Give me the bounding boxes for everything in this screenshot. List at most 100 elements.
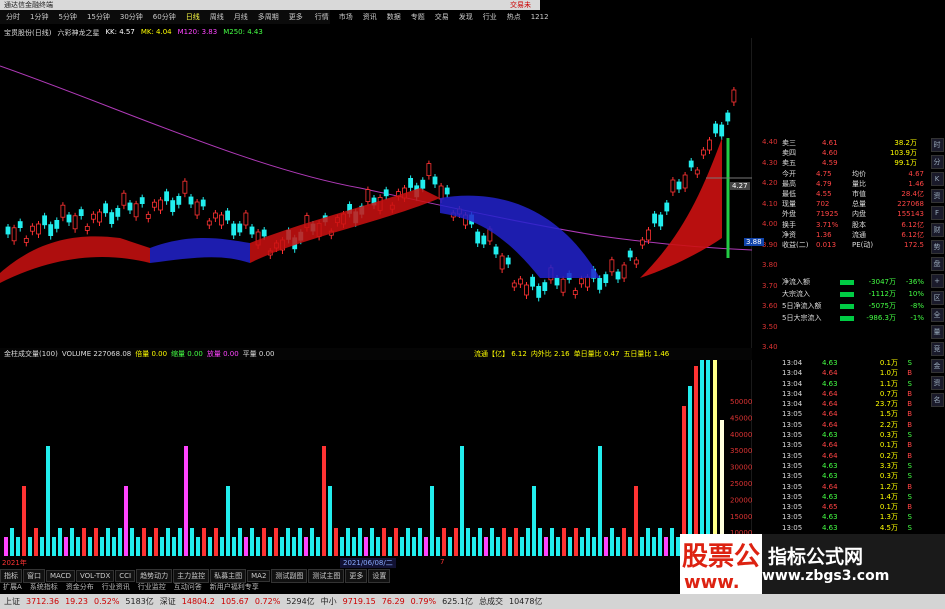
- volume-bar: [472, 537, 476, 556]
- sidebar-button[interactable]: 财: [930, 223, 944, 237]
- stock-name[interactable]: 宝贯股份(日线): [4, 28, 51, 38]
- sidebar-button[interactable]: +: [930, 274, 944, 288]
- trade-time: 13:05: [782, 472, 803, 481]
- volume-bar: [694, 366, 698, 556]
- period-6[interactable]: 日线: [182, 12, 204, 22]
- indicator-tab[interactable]: 测试主图: [308, 569, 345, 583]
- sidebar-button[interactable]: 名: [930, 393, 944, 407]
- period-3[interactable]: 15分钟: [83, 12, 114, 22]
- sidebar-button[interactable]: 量: [930, 325, 944, 339]
- indicator-tab[interactable]: 主力监控: [173, 569, 210, 583]
- sidebar-button[interactable]: 时: [930, 138, 944, 152]
- sidebar-button[interactable]: 区: [930, 291, 944, 305]
- bottom-tab[interactable]: 互动问答: [171, 582, 205, 593]
- period-7[interactable]: 周线: [206, 12, 228, 22]
- sidebar-button[interactable]: K: [930, 172, 944, 186]
- candle-body: [658, 214, 664, 227]
- in-out-ratio: 内外比 2.16: [530, 350, 570, 358]
- sidebar-button[interactable]: 资: [930, 376, 944, 390]
- period-toolbar: 分时 1分钟 5分钟 15分钟 30分钟 60分钟 日线 周线 月线 多周期 更多 行情 市场 资讯 数据专…: [0, 10, 549, 24]
- menu2-2[interactable]: 资讯: [359, 12, 381, 22]
- sidebar-button[interactable]: 资: [930, 189, 944, 203]
- bottom-tab[interactable]: 行业资讯: [99, 582, 133, 593]
- bottom-tab[interactable]: 行业监控: [135, 582, 169, 593]
- volume-bar: [100, 537, 104, 556]
- period-5[interactable]: 60分钟: [149, 12, 180, 22]
- indicator-tab[interactable]: 测试副图: [271, 569, 308, 583]
- menu2-5[interactable]: 交易: [431, 12, 453, 22]
- candle-body: [158, 199, 163, 211]
- flow-value: -986.3万: [866, 314, 896, 322]
- candle-body: [707, 139, 712, 151]
- volume-indicator-name[interactable]: 金柱成交量(100): [4, 349, 58, 359]
- total-label: 总成交: [478, 597, 503, 606]
- indicator-tab[interactable]: 窗口: [23, 569, 45, 583]
- candle-body: [103, 203, 108, 214]
- indicator-tab[interactable]: CCI: [115, 570, 136, 582]
- period-4[interactable]: 30分钟: [116, 12, 147, 22]
- sz-label[interactable]: 深证: [160, 596, 176, 607]
- volume-bar: [208, 537, 212, 556]
- sidebar-button[interactable]: 金: [930, 359, 944, 373]
- indicator-tab[interactable]: 指标: [0, 569, 22, 583]
- vol-item-2: 放量 0.00: [206, 350, 239, 358]
- menu2-0[interactable]: 行情: [311, 12, 333, 22]
- candle-body: [127, 202, 133, 211]
- bottom-tab[interactable]: 新用户福利专享: [207, 582, 262, 593]
- menu2-9[interactable]: 1212: [527, 13, 553, 21]
- volume-bar: [28, 537, 32, 556]
- candle-body: [688, 160, 694, 168]
- volume-bar: [370, 528, 374, 556]
- bottom-tab[interactable]: 扩展A: [0, 582, 25, 593]
- trade-price: 4.64: [822, 441, 838, 450]
- indicator-tab[interactable]: 私募主图: [210, 569, 247, 583]
- menu2-7[interactable]: 行业: [479, 12, 501, 22]
- zx-value: 9719.15: [342, 597, 376, 606]
- volume-bar: [418, 528, 422, 556]
- sidebar-button[interactable]: F: [930, 206, 944, 220]
- sidebar-button[interactable]: 分: [930, 155, 944, 169]
- indicator-tab[interactable]: 趋势动力: [136, 569, 173, 583]
- price-tick: 4.10: [762, 199, 778, 208]
- period-9[interactable]: 多周期: [254, 12, 283, 22]
- menu2-1[interactable]: 市场: [335, 12, 357, 22]
- volume-value: VOLUME 227068.08: [61, 350, 132, 358]
- candle-body: [78, 209, 84, 217]
- volume-bar: [640, 537, 644, 556]
- volume-bar: [52, 537, 56, 556]
- candle-body: [115, 207, 121, 217]
- period-10[interactable]: 更多: [285, 12, 307, 22]
- menu2-6[interactable]: 发现: [455, 12, 477, 22]
- period-8[interactable]: 月线: [230, 12, 252, 22]
- ask-row: 卖四 4.60 103.9万: [782, 148, 927, 158]
- volume-chart[interactable]: 50000 45000 40000 35000 30000 25000 20000 15000…: [0, 360, 752, 556]
- sidebar-button[interactable]: 势: [930, 240, 944, 254]
- period-0[interactable]: 分时: [2, 12, 24, 22]
- volume-tick: 45000: [730, 414, 752, 422]
- sidebar-button[interactable]: 盘: [930, 257, 944, 271]
- volume-bar: [574, 528, 578, 556]
- bottom-tab[interactable]: 资金分布: [63, 582, 97, 593]
- indicator-tab[interactable]: 更多: [345, 569, 368, 583]
- menu2-8[interactable]: 热点: [503, 12, 525, 22]
- menu2-3[interactable]: 数据: [383, 12, 405, 22]
- kline-chart[interactable]: [0, 38, 752, 348]
- sidebar-button[interactable]: 竞: [930, 342, 944, 356]
- indicator-tab[interactable]: MA2: [247, 570, 271, 582]
- sidebar-button[interactable]: 全: [930, 308, 944, 322]
- trade-link[interactable]: 交易未: [510, 0, 531, 10]
- volume-bar: [586, 528, 590, 556]
- sh-label[interactable]: 上证: [4, 596, 20, 607]
- indicator-tab[interactable]: VOL-TDX: [75, 570, 115, 582]
- menu2-4[interactable]: 专题: [407, 12, 429, 22]
- indicator-tab[interactable]: 设置: [368, 569, 391, 583]
- stat-label: 股本: [852, 220, 866, 229]
- indicator-tab[interactable]: MACD: [46, 570, 75, 582]
- period-1[interactable]: 1分钟: [26, 12, 52, 22]
- candle-body: [713, 123, 718, 134]
- bottom-tab[interactable]: 系统指标: [27, 582, 61, 593]
- trade-time: 13:05: [782, 523, 803, 532]
- zx-label[interactable]: 中小: [321, 596, 337, 607]
- stat-row: 净资 1.36 流通 6.12亿: [782, 230, 927, 240]
- period-2[interactable]: 5分钟: [54, 12, 80, 22]
